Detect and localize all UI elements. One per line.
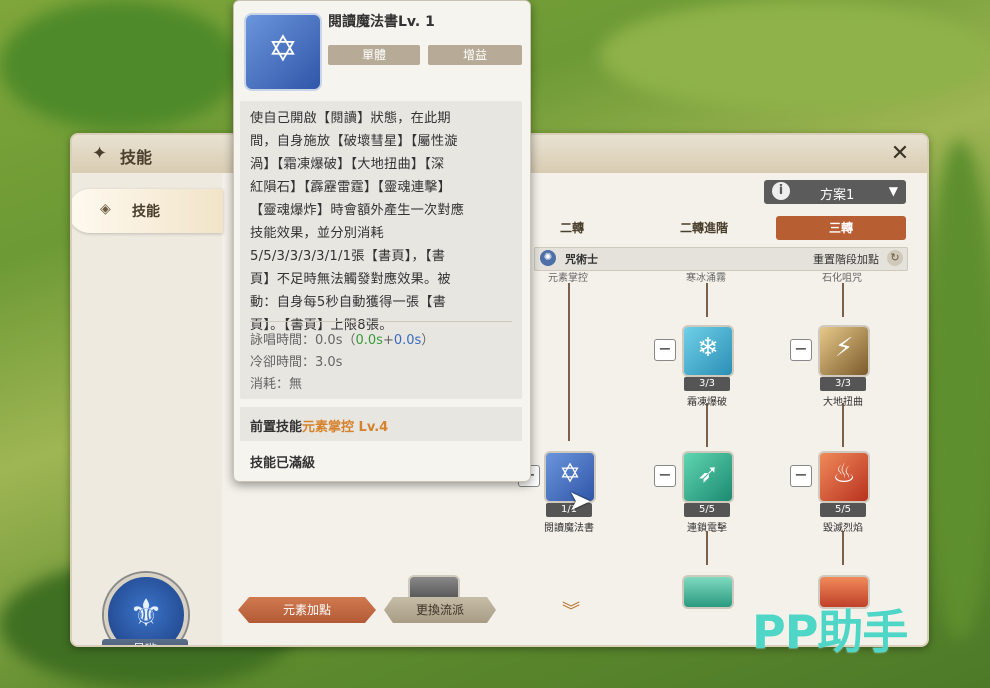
skill-frost-burst[interactable]: ❄ (682, 325, 734, 377)
cost: 消耗：無 (250, 377, 303, 392)
decrease-button[interactable]: − (790, 339, 812, 361)
book-icon: ✡ (267, 29, 299, 70)
connector-line (568, 283, 570, 441)
skill-name-faded: 元素掌控 (548, 273, 588, 284)
panel-title: 技能 (120, 148, 153, 167)
decrease-button[interactable]: − (654, 465, 676, 487)
class-bar-label: 咒術士 (565, 253, 598, 266)
cast-time: 詠唱時間：0.0s（0.0s+0.0s） (250, 329, 434, 348)
earth-icon: ⚡ (834, 333, 854, 363)
connector-line (706, 531, 708, 565)
prerequisite-text: 前置技能元素掌控 Lv.4 (250, 416, 388, 435)
tooltip-title: 閱讀魔法書Lv. 1 (328, 14, 435, 30)
plan-select[interactable]: i 方案1 ▼ (764, 180, 906, 204)
skill-name: 霜凍爆破 (687, 397, 727, 408)
max-level-text: 技能已滿級 (250, 456, 316, 471)
connector-line (842, 403, 844, 447)
decrease-button[interactable]: − (790, 465, 812, 487)
frost-icon: ❄ (697, 333, 719, 363)
thunder-icon: ➶ (697, 459, 719, 489)
tooltip-description-box: 使自己開啟【閱讀】狀態，在此期 間，自身施放【破壞彗星】【屬性漩 渦】【霜凍爆破… (240, 101, 522, 399)
class-name: 星璇 (102, 639, 188, 645)
class-emblem[interactable]: ⚜ (104, 573, 188, 645)
cast-time-label: 詠唱時間： (250, 333, 316, 348)
cast-time-open: （ (342, 333, 356, 348)
skill-level: 5/5 (684, 503, 730, 517)
divider (250, 321, 512, 322)
skill-name-faded: 寒冰涌霧 (686, 273, 726, 284)
class-icon: ✺ (540, 250, 556, 266)
connector-line (842, 283, 844, 317)
chevron-double-down-icon[interactable]: ︾ (562, 597, 580, 623)
tag-buff: 增益 (428, 45, 522, 65)
cast-time-close: ） (421, 333, 435, 348)
pointer-cursor-icon: ➤ (568, 484, 592, 517)
tab-job2-advanced[interactable]: 二轉進階 (644, 216, 764, 240)
info-icon[interactable]: i (772, 182, 790, 200)
sidebar: ◈ 技能 ⚜ 星璇 (72, 173, 223, 645)
sidebar-item-label: 技能 (132, 204, 160, 220)
flame-icon: ♨ (832, 459, 856, 489)
tag-single-target: 單體 (328, 45, 420, 65)
switch-style-button[interactable]: 更換流派 (384, 597, 496, 623)
prerequisite-label: 前置技能 (250, 420, 303, 435)
background-foliage (925, 140, 990, 640)
skill-name: 閱讀魔法書 (544, 523, 594, 534)
close-button[interactable]: ✕ (887, 141, 913, 167)
cast-time-blue: 0.0s (393, 333, 422, 348)
connector-line (706, 283, 708, 317)
reset-label: 重置階段加點 (813, 253, 879, 266)
background-foliage (600, 0, 990, 110)
prerequisite-box: 前置技能元素掌控 Lv.4 (240, 407, 522, 441)
tab-job3[interactable]: 三轉 (776, 216, 906, 240)
cooldown: 冷卻時間：3.0s (250, 355, 343, 370)
connector-line (706, 403, 708, 447)
cast-time-value: 0.0s (315, 333, 343, 348)
background-foliage (0, 0, 240, 130)
tooltip-description: 使自己開啟【閱讀】狀態，在此期 間，自身施放【破壞彗星】【屬性漩 渦】【霜凍爆破… (250, 111, 465, 333)
dropdown-arrow-icon: ▼ (888, 184, 898, 198)
decrease-button[interactable]: − (654, 339, 676, 361)
plan-label: 方案1 (820, 188, 855, 203)
reset-icon[interactable]: ↻ (887, 250, 903, 266)
skill-level: 3/3 (684, 377, 730, 391)
skill-tooltip-icon: ✡ (244, 13, 322, 91)
skill-sparkle-icon: ✦ (92, 143, 108, 164)
cast-time-green: 0.0s (355, 333, 383, 348)
watermark: PP助手 (752, 605, 908, 659)
skill-next-row[interactable] (682, 575, 734, 609)
skill-level: 3/3 (820, 377, 866, 391)
connector-line (842, 531, 844, 565)
skill-name: 毀滅烈焰 (823, 523, 863, 534)
diamond-icon: ◈ (100, 201, 111, 217)
class-bar: ✺ 咒術士 重置階段加點 ↻ (534, 247, 908, 271)
skill-ruin-flame[interactable]: ♨ (818, 451, 870, 503)
skill-chain-thunder[interactable]: ➶ (682, 451, 734, 503)
skill-earth-twist[interactable]: ⚡ (818, 325, 870, 377)
sidebar-item-skills[interactable]: ◈ 技能 (72, 189, 223, 233)
skill-level: 5/5 (820, 503, 866, 517)
skill-tooltip: ✡ 閱讀魔法書Lv. 1 單體 增益 使自己開啟【閱讀】狀態，在此期 間，自身施… (233, 0, 531, 482)
crest-icon: ⚜ (128, 591, 164, 635)
skill-name-faded: 石化咀咒 (822, 273, 862, 284)
skill-name: 大地扭曲 (823, 397, 863, 408)
prerequisite-skill: 元素掌控 Lv.4 (302, 420, 389, 435)
cast-time-plus: + (382, 333, 394, 348)
element-points-button[interactable]: 元素加點 (238, 597, 376, 623)
skill-name: 連鎖電擊 (687, 523, 727, 534)
